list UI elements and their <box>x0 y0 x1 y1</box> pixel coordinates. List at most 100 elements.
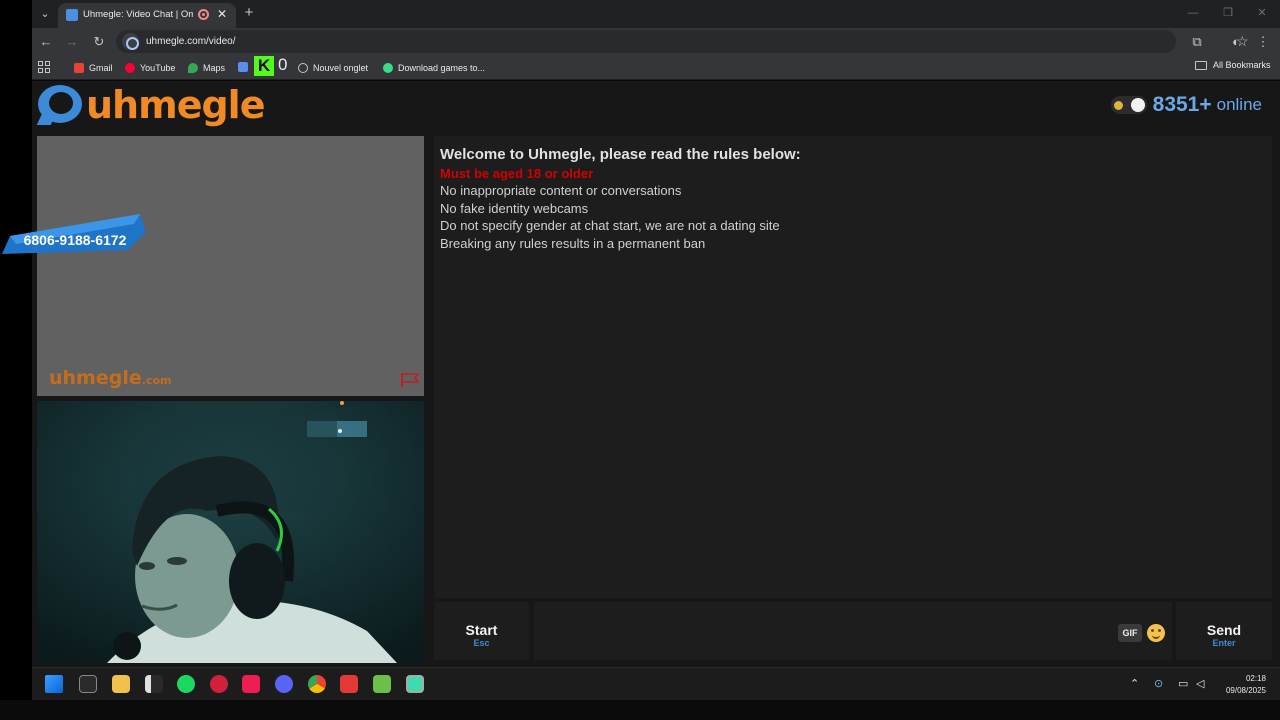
youtube-icon <box>125 63 135 73</box>
chrome-icon[interactable] <box>308 675 326 693</box>
logo-text: uhmegle <box>86 83 265 127</box>
rule-item: No fake identity webcams <box>440 200 589 216</box>
rule-age: Must be aged 18 or older <box>440 165 594 181</box>
spotify-icon[interactable] <box>177 675 195 693</box>
address-bar[interactable]: uhmegle.com/video/ ☆ <box>116 30 1249 53</box>
phone-number-text: 6806-9188-6172 <box>24 232 127 248</box>
gif-button[interactable]: GIF <box>1118 624 1142 642</box>
close-window-button[interactable]: ✕ <box>1255 6 1269 20</box>
microphone-icon[interactable]: ⊙ <box>1154 677 1163 690</box>
online-label: online <box>1216 95 1262 114</box>
extensions-puzzle-icon[interactable]: ⧉ <box>1188 33 1206 51</box>
kick-counter: 0 <box>278 55 288 74</box>
windows-start-icon[interactable] <box>45 675 63 693</box>
red-app-icon[interactable] <box>210 675 228 693</box>
chat-bubble-logo-icon <box>36 85 82 125</box>
globe-icon <box>298 63 308 73</box>
online-count: 8351+ <box>1152 93 1212 116</box>
folder-icon <box>1195 60 1207 70</box>
all-bookmarks[interactable]: All Bookmarks <box>1195 60 1271 70</box>
minimize-window-button[interactable]: — <box>1186 6 1200 20</box>
bookmarks-bar: Gmail YouTube Maps K 0 Nouvel onglet Dow… <box>32 55 1280 80</box>
back-button[interactable]: ← <box>37 33 55 51</box>
start-shortcut: Esc <box>473 638 490 648</box>
file-explorer-icon[interactable] <box>112 675 130 693</box>
bookmark-maps[interactable]: Maps <box>188 60 225 76</box>
system-clock[interactable]: 02:18 09/08/2025 <box>1226 673 1266 697</box>
chat-panel: Welcome to Uhmegle, please read the rule… <box>434 136 1272 598</box>
clock-time: 02:18 <box>1245 674 1266 683</box>
tab-close-icon[interactable]: ✕ <box>215 7 229 21</box>
restore-window-button[interactable]: ❐ <box>1221 6 1235 20</box>
toggle-knob <box>1130 98 1145 112</box>
bookmark-label: Gmail <box>89 63 113 73</box>
bottom-black-strip <box>0 700 1280 720</box>
apps-grid-icon[interactable] <box>38 61 50 73</box>
browser-menu-icon[interactable]: ⋮ <box>1254 33 1272 51</box>
online-indicator: 8351+ online <box>1110 93 1262 117</box>
bookmark-label: Maps <box>203 63 226 73</box>
epic-games-icon[interactable] <box>79 675 97 693</box>
rules-block: Welcome to Uhmegle, please read the rule… <box>440 146 801 252</box>
send-label: Send <box>1206 622 1242 638</box>
reload-button[interactable]: ↻ <box>90 33 108 51</box>
send-button[interactable]: Send Enter <box>1176 602 1272 660</box>
windows-taskbar: ⌃ ⊙ ▭ ◁ 02:18 09/08/2025 <box>32 667 1280 700</box>
left-black-bar <box>0 0 32 720</box>
tab-title: Uhmegle: Video Chat | Ome <box>83 9 193 20</box>
message-input[interactable]: GIF <box>534 602 1172 660</box>
recording-indicator-icon <box>198 9 209 20</box>
bookmark-label: Nouvel onglet <box>313 63 369 73</box>
start-button[interactable]: Start Esc <box>434 602 529 660</box>
tray-chevron-icon[interactable]: ⌃ <box>1130 677 1139 690</box>
gmail-icon <box>74 63 84 73</box>
all-bookmarks-label: All Bookmarks <box>1213 60 1271 70</box>
uhmegle-favicon-icon <box>66 9 78 21</box>
bluestacks-icon[interactable] <box>406 675 424 693</box>
maps-icon <box>188 63 198 73</box>
bookmark-gmail[interactable]: Gmail <box>74 60 113 76</box>
clock-date: 09/08/2025 <box>1225 686 1266 695</box>
bookmark-label: YouTube <box>140 63 176 73</box>
rules-title: Welcome to Uhmegle, please read the rule… <box>440 146 801 163</box>
new-tab-button[interactable]: + <box>240 4 258 22</box>
bookmark-nouvel-onglet[interactable]: Nouvel onglet <box>298 60 368 76</box>
video-app-icon[interactable] <box>340 675 358 693</box>
uhmegle-page: uhmegle 8351+ online uhmegle.com Welcome… <box>32 81 1280 667</box>
screen: ⌄ Uhmegle: Video Chat | Ome ✕ + — ❐ ✕ ← … <box>0 0 1280 720</box>
rule-item: Breaking any rules results in a permanen… <box>440 235 706 251</box>
forward-button[interactable]: → <box>63 33 81 51</box>
emoji-icon[interactable] <box>1147 624 1165 642</box>
theme-toggle[interactable] <box>1110 96 1147 114</box>
rule-item: Do not specify gender at chat start, we … <box>440 218 780 233</box>
android-app-icon[interactable] <box>373 675 391 693</box>
uhmegle-logo[interactable]: uhmegle <box>36 83 265 127</box>
android-icon <box>383 63 393 73</box>
rule-item: No inappropriate content or conversation… <box>440 183 682 198</box>
bookmark-youtube[interactable]: YouTube <box>125 60 175 76</box>
bookmark-label: Download games to... <box>398 63 486 73</box>
network-icon[interactable]: ▭ <box>1178 677 1188 690</box>
url-text: uhmegle.com/video/ <box>146 36 236 47</box>
self-webcam-video <box>37 401 424 663</box>
profile-avatar-icon[interactable]: ◐ <box>1227 33 1245 51</box>
browser-tab-bar: ⌄ Uhmegle: Video Chat | Ome ✕ + — ❐ ✕ <box>32 0 1280 28</box>
capcut-icon[interactable] <box>145 675 163 693</box>
tiktok-icon[interactable] <box>242 675 260 693</box>
browser-tab-uhmegle[interactable]: Uhmegle: Video Chat | Ome ✕ <box>58 3 236 28</box>
sun-icon <box>1113 101 1123 110</box>
translate-icon[interactable] <box>238 62 248 72</box>
report-flag-icon[interactable] <box>400 372 420 388</box>
bookmark-download-games[interactable]: Download games to... <box>383 60 485 76</box>
discord-icon[interactable] <box>275 675 293 693</box>
browser-toolbar: ← → ↻ uhmegle.com/video/ ☆ ⧉ ◐ ⋮ <box>32 28 1280 55</box>
site-info-icon[interactable] <box>122 33 139 50</box>
webcam-person-image <box>37 401 424 663</box>
stranger-video: uhmegle.com <box>37 136 424 396</box>
phone-number-overlay: 6806-9188-6172 <box>2 214 146 254</box>
start-label: Start <box>465 622 498 638</box>
volume-icon[interactable]: ◁ <box>1196 677 1204 690</box>
kick-icon[interactable]: K <box>254 56 274 76</box>
tab-list-chevron-icon[interactable]: ⌄ <box>36 5 54 23</box>
send-shortcut: Enter <box>1212 638 1236 648</box>
